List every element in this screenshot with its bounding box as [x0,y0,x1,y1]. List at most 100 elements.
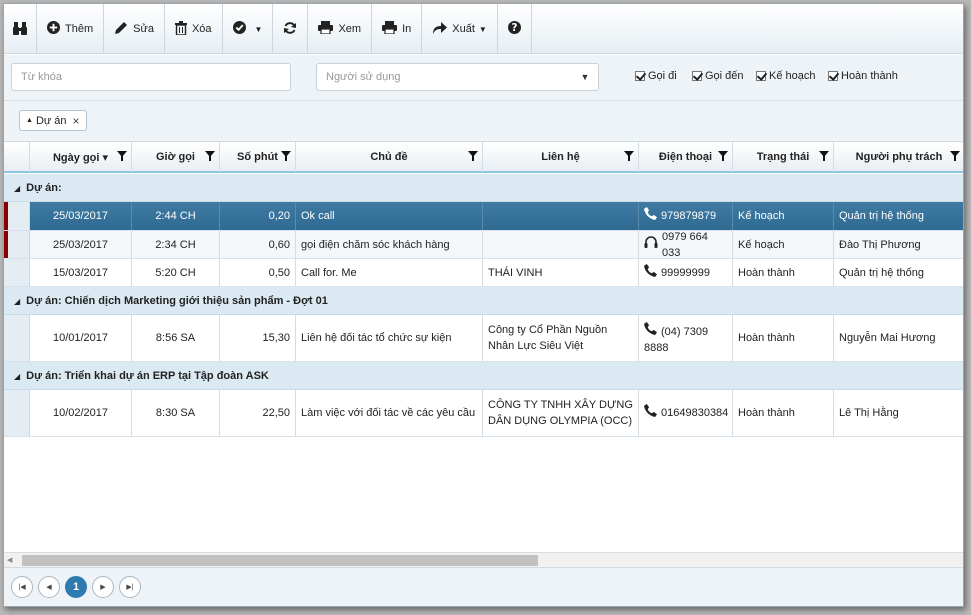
cell-phone[interactable]: 0979 664 033 [639,231,733,258]
cell-phone[interactable]: 99999999 [639,259,733,286]
checkbox-icon [692,71,702,81]
cell-date: 25/03/2017 [30,231,132,258]
app-window: Thêm Sửa Xóa ▼ Xem In Xuất ▼ ? Từ khóa N… [3,3,964,607]
binoculars-icon [13,20,27,39]
completed-checkbox[interactable]: Hoàn thành [828,70,898,82]
filter-icon[interactable] [205,151,215,161]
svg-text:?: ? [511,23,517,34]
cell-phone[interactable]: 979879879 [639,202,733,230]
filter-icon[interactable] [624,151,634,161]
grid-header: Ngày gọi ▾ Giờ gọi Số phút Chủ đề Liên h… [4,141,963,173]
phone-icon[interactable] [644,404,657,422]
group-chip[interactable]: ▲ Dự án × [19,110,87,131]
row-marker [4,202,8,230]
pager: |◀ ◀ 1 ▶ ▶| [4,567,963,606]
column-header-date[interactable]: Ngày gọi ▾ [30,142,132,172]
filter-bar: ▼ Gọi đi Gọi đến Kế hoạch Hoàn thành [4,55,963,101]
column-header-contact[interactable]: Liên hệ [483,142,639,172]
phone-number: 979879879 [661,210,717,222]
table-row[interactable]: 10/02/2017 8:30 SA 22,50 Làm việc với đố… [4,390,963,437]
print-button[interactable]: In [372,4,423,54]
user-select[interactable]: ▼ [316,63,599,91]
group-row[interactable]: ◢ Dự án: Triển khai dự án ERP tại Tập đoà… [4,362,963,390]
status-dropdown-button[interactable]: ▼ [223,4,274,54]
table-row[interactable]: 15/03/2017 5:20 CH 0,50 Call for. Me THÁ… [4,259,963,287]
export-button[interactable]: Xuất ▼ [422,4,498,54]
cell-owner: Quản trị hệ thống [834,202,963,230]
column-header-label: Trạng thái [756,151,810,163]
group-panel: ▲ Dự án × [4,101,963,141]
next-page-button[interactable]: ▶ [92,576,114,598]
scrollbar-thumb[interactable] [22,555,538,566]
current-page-button[interactable]: 1 [65,576,87,598]
phone-icon[interactable] [644,207,657,225]
add-button[interactable]: Thêm [37,4,105,54]
refresh-button[interactable] [273,4,309,54]
cell-phone[interactable]: 01649830384 [639,390,733,436]
column-header-minutes[interactable]: Số phút [220,142,296,172]
close-icon[interactable]: × [73,114,80,128]
pencil-icon [114,21,128,38]
column-header-owner[interactable]: Người phụ trách [834,142,963,172]
user-input[interactable] [317,64,572,90]
phone-icon[interactable] [644,322,657,340]
last-page-icon: ▶| [126,584,134,591]
edit-button[interactable]: Sửa [104,4,165,54]
cell-date: 10/01/2017 [30,315,132,361]
group-row[interactable]: ◢ Dự án: Chiến dịch Marketing giới thiệu … [4,287,963,315]
cell-time: 2:34 CH [132,231,220,258]
checkbox-label: Kế hoạch [769,70,816,82]
cell-time: 8:56 SA [132,315,220,361]
chevron-down-icon[interactable]: ▼ [572,64,598,90]
collapse-icon[interactable]: ◢ [14,184,20,193]
group-row[interactable]: ◢ Dự án: [4,174,963,202]
cell-status: Hoàn thành [733,315,834,361]
column-header-phone[interactable]: Điện thoại [639,142,733,172]
keyword-input[interactable] [11,63,291,91]
incoming-call-checkbox[interactable]: Gọi đến [692,70,744,82]
table-row[interactable]: 25/03/2017 2:34 CH 0,60 gọi điện chăm só… [4,231,963,259]
group-title: Dự án: Triển khai dự án ERP tại Tập đoàn… [26,370,269,382]
first-page-button[interactable]: |◀ [11,576,33,598]
outgoing-call-checkbox[interactable]: Gọi đi [635,70,677,82]
cell-phone[interactable]: (04) 7309 8888 [639,315,733,361]
last-page-button[interactable]: ▶| [119,576,141,598]
column-header-time[interactable]: Giờ gọi [132,142,220,172]
cell-date: 10/02/2017 [30,390,132,436]
filter-icon[interactable] [718,151,728,161]
column-header-label: Số phút [237,151,278,163]
collapse-icon[interactable]: ◢ [14,297,20,306]
scroll-left-icon[interactable]: ◀ [7,556,12,564]
collapse-icon[interactable]: ◢ [14,372,20,381]
filter-icon[interactable] [819,151,829,161]
search-button[interactable] [4,4,37,54]
view-button[interactable]: Xem [308,4,373,54]
table-row[interactable]: 25/03/2017 2:44 CH 0,20 Ok call 97987987… [4,202,963,231]
cell-subject: Call for. Me [296,259,483,286]
filter-icon[interactable] [281,151,291,161]
horizontal-scrollbar[interactable]: ◀ [4,552,963,567]
header-spacer [4,142,30,172]
prev-page-button[interactable]: ◀ [38,576,60,598]
table-row[interactable]: 10/01/2017 8:56 SA 15,30 Liên hệ đối tác… [4,315,963,362]
filter-icon[interactable] [950,151,960,161]
cell-minutes: 15,30 [220,315,296,361]
group-title: Dự án: Chiến dịch Marketing giới thiệu s… [26,295,328,307]
phone-icon[interactable] [644,263,657,282]
help-button[interactable]: ? [498,4,532,54]
checkbox-icon [828,71,838,81]
cell-owner: Quản trị hệ thống [834,259,963,286]
planned-checkbox[interactable]: Kế hoạch [756,70,815,82]
filter-icon[interactable] [117,151,127,161]
filter-icon[interactable] [468,151,478,161]
refresh-icon [283,21,297,38]
prev-page-icon: ◀ [46,584,52,591]
column-header-subject[interactable]: Chủ đề [296,142,483,172]
column-header-status[interactable]: Trạng thái [733,142,834,172]
column-header-label: Người phụ trách [855,151,943,163]
delete-button[interactable]: Xóa [165,4,223,54]
add-label: Thêm [65,23,94,35]
headset-icon[interactable] [644,235,658,254]
cell-date: 25/03/2017 [30,202,132,230]
cell-status: Kế hoạch [733,231,834,258]
